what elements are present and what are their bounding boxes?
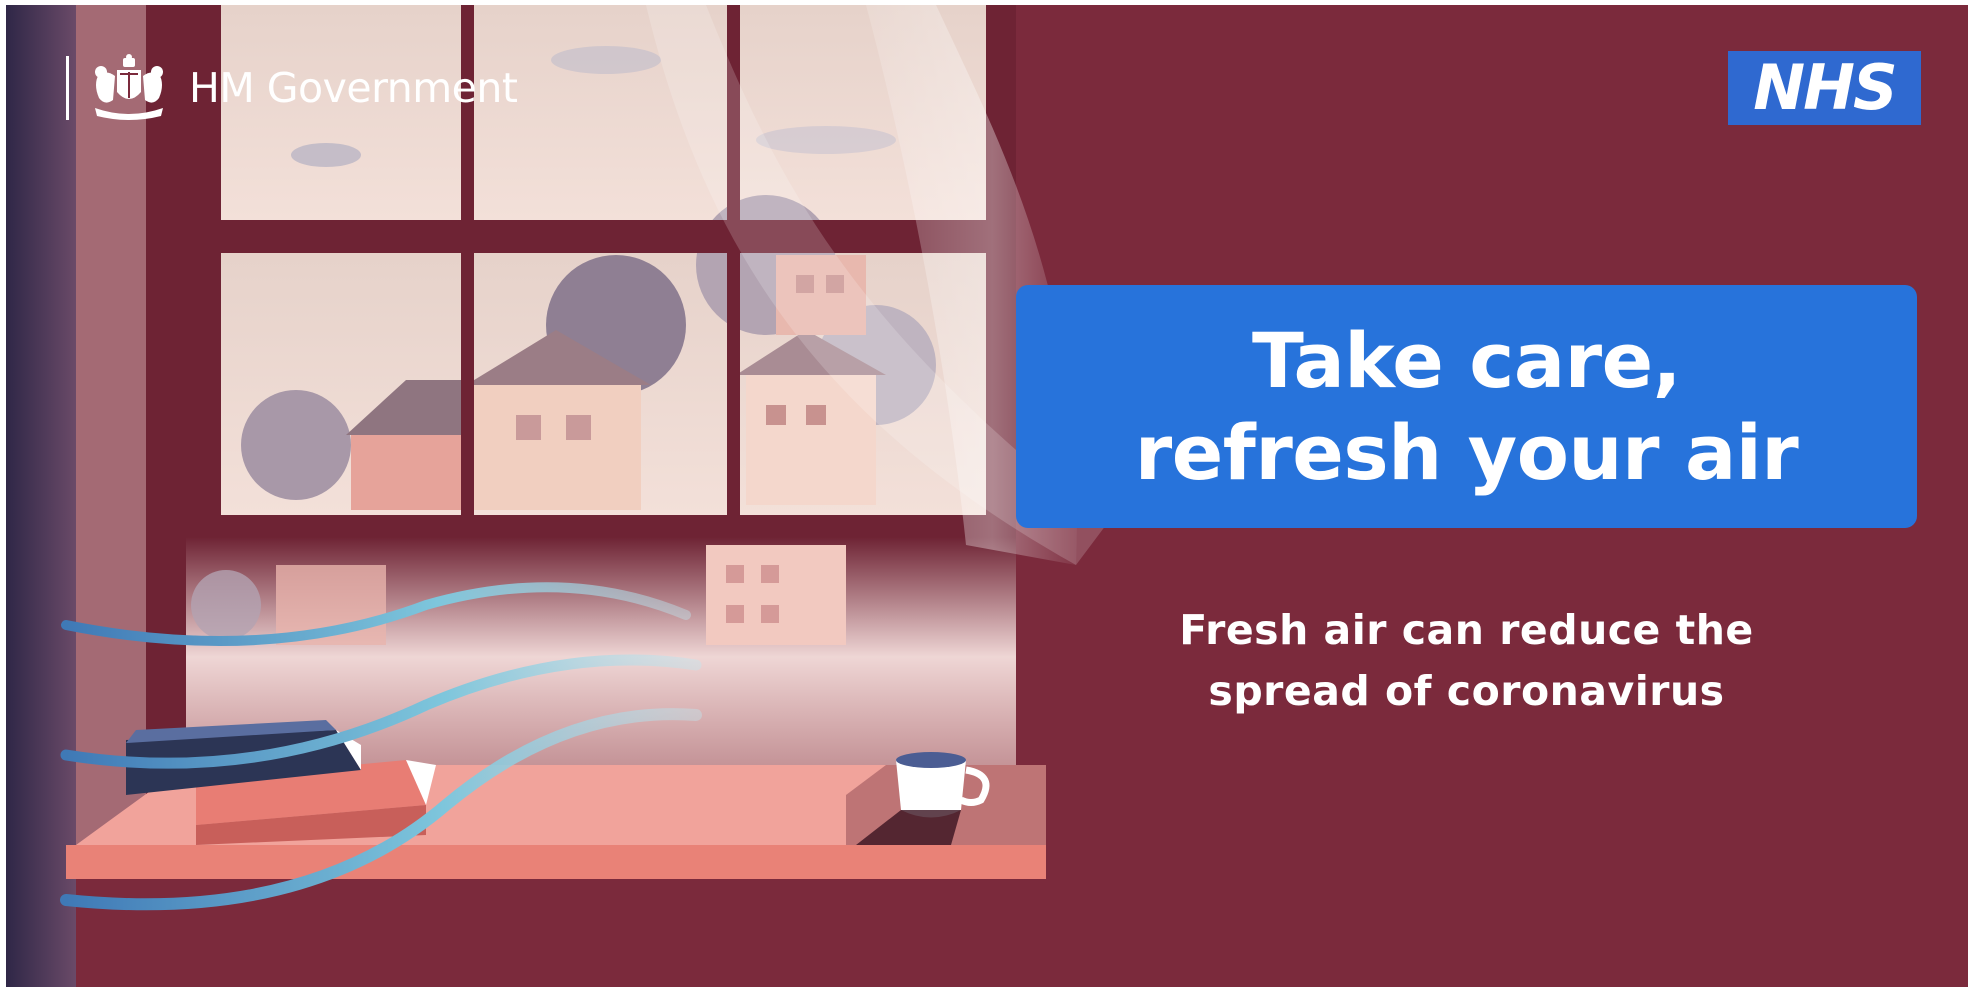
campaign-banner: HM Government NHS Take care, refresh you… bbox=[6, 5, 1968, 987]
headline-box: Take care, refresh your air bbox=[1016, 285, 1917, 528]
nhs-logo: NHS bbox=[1728, 51, 1921, 125]
headline-line-2: refresh your air bbox=[1134, 407, 1799, 497]
message-line-2: spread of coronavirus bbox=[1208, 667, 1725, 715]
message-text: Fresh air can reduce the spread of coron… bbox=[1016, 600, 1917, 722]
headline-line-1: Take care, bbox=[1251, 315, 1682, 405]
left-wall bbox=[6, 5, 76, 987]
nhs-label: NHS bbox=[1753, 51, 1897, 124]
hm-government-logo: HM Government bbox=[66, 53, 518, 123]
logo-divider bbox=[66, 56, 69, 120]
message-line-1: Fresh air can reduce the bbox=[1179, 606, 1754, 654]
hm-government-label: HM Government bbox=[189, 64, 518, 112]
royal-coat-of-arms-icon bbox=[95, 54, 163, 120]
